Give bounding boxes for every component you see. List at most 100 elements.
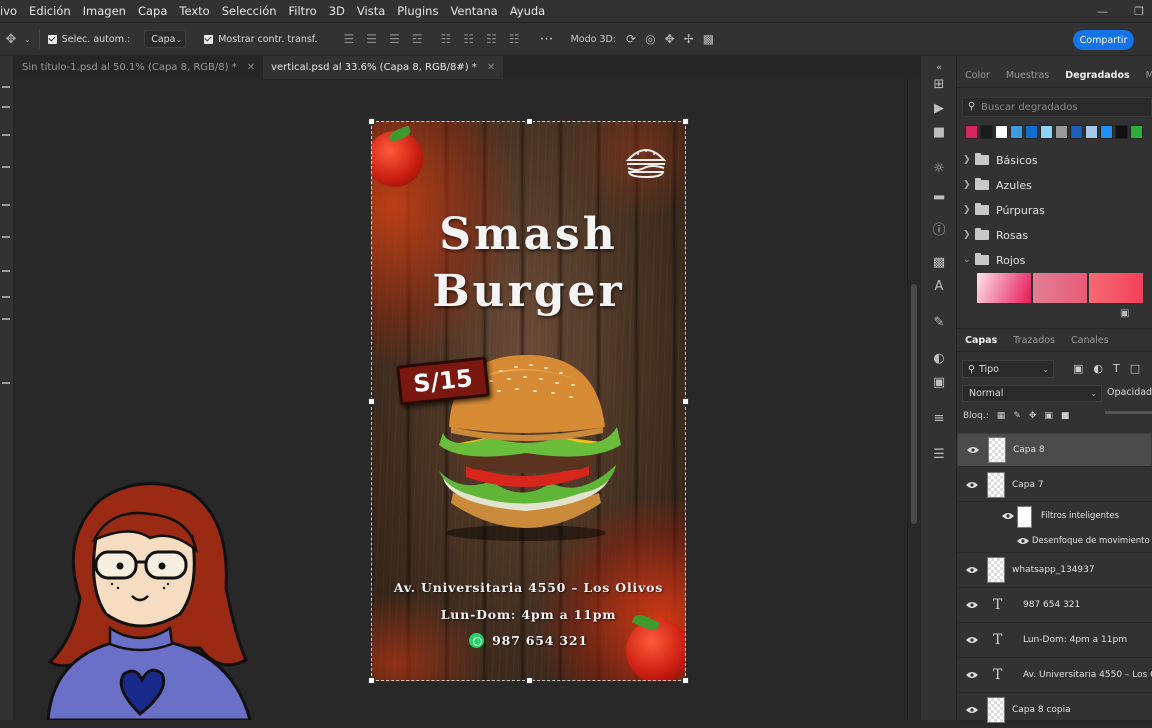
vertical-scrollbar[interactable] [907, 79, 920, 720]
gradient-preset-swatch[interactable] [1130, 125, 1143, 139]
sliders-icon[interactable]: ☰ [931, 446, 947, 462]
align-center-icon[interactable]: ☰ [366, 32, 377, 46]
menu-edit[interactable]: Edición [23, 4, 77, 18]
visibility-eye-icon[interactable] [966, 601, 978, 609]
menu-filter[interactable]: Filtro [283, 4, 323, 18]
visibility-eye-icon[interactable] [966, 636, 978, 644]
brightness-icon[interactable]: ☼ [931, 160, 947, 176]
comments-icon[interactable]: ■ [931, 124, 947, 140]
gradient-preset-swatch[interactable] [1115, 125, 1128, 139]
tab-document-1[interactable]: Sin título-1.psd al 50.1% (Capa 8, RGB/8… [14, 56, 263, 79]
gradient-preset-swatch[interactable] [980, 125, 993, 139]
video-camera-icon[interactable]: ▩ [703, 32, 714, 46]
character-icon[interactable]: A [931, 278, 947, 294]
gradient-preset-swatch[interactable] [965, 125, 978, 139]
tool-icon[interactable] [2, 166, 10, 168]
brush-icon[interactable]: ✎ [931, 314, 947, 330]
visibility-eye-icon[interactable] [966, 481, 978, 489]
gradient-folder[interactable]: ❯ Rosas [963, 225, 1028, 245]
align-right-icon[interactable]: ☰ [389, 32, 400, 46]
gradient-swatch[interactable] [1033, 273, 1087, 303]
tool-icon[interactable] [2, 236, 10, 238]
visibility-eye-icon[interactable] [967, 446, 979, 454]
visibility-eye-icon[interactable] [1002, 512, 1014, 520]
layer-row[interactable]: whatsapp_134937 [957, 553, 1152, 588]
menu-type[interactable]: Texto [173, 4, 215, 18]
smart-filters-row[interactable]: Filtros inteligentes [957, 503, 1152, 529]
layer-name[interactable]: Capa 8 copia [1012, 705, 1071, 715]
menu-3d[interactable]: 3D [323, 4, 351, 18]
properties-icon[interactable]: ≡ [931, 410, 947, 426]
filter-pixel-icon[interactable]: ▣ [1073, 362, 1083, 375]
slide-3d-icon[interactable]: ✢ [684, 32, 694, 46]
visibility-eye-icon[interactable] [966, 706, 978, 714]
filter-effect-row[interactable]: Desenfoque de movimiento [957, 529, 1152, 553]
lock-artboard-icon[interactable]: ▣ [1044, 411, 1053, 421]
auto-select-checkbox[interactable] [47, 34, 57, 44]
visibility-eye-icon[interactable] [966, 671, 978, 679]
layer-row[interactable]: T Lun-Dom: 4pm a 11pm [957, 623, 1152, 658]
layer-name[interactable]: Filtros inteligentes [1041, 511, 1119, 521]
gradient-swatch[interactable] [977, 273, 1031, 303]
new-folder-icon[interactable]: ▣ [1120, 308, 1129, 319]
orbit-icon[interactable]: ⟳ [626, 32, 636, 46]
layer-row[interactable]: Capa 8 [957, 433, 1152, 467]
gradient-preset-swatch[interactable] [1055, 125, 1068, 139]
layer-row[interactable]: Capa 7 [957, 468, 1152, 502]
gradient-folder[interactable]: ❯ Púrpuras [963, 200, 1045, 220]
gradient-preset-swatch[interactable] [1025, 125, 1038, 139]
tab-color[interactable]: Color [957, 64, 998, 88]
layer-name[interactable]: Desenfoque de movimiento [1032, 536, 1150, 546]
tool-icon[interactable] [2, 318, 10, 320]
layer-filter-dropdown[interactable]: ⚲ Tipo ⌄ [962, 360, 1054, 378]
menu-help[interactable]: Ayuda [504, 4, 552, 18]
tool-icon[interactable] [2, 270, 10, 272]
layer-name[interactable]: Lun-Dom: 4pm a 11pm [1023, 635, 1127, 645]
lock-position-icon[interactable]: ✥ [1029, 411, 1037, 421]
color-swatches-icon[interactable]: ▩ [931, 254, 947, 270]
tool-icon[interactable] [2, 204, 10, 206]
play-actions-icon[interactable]: ▶ [931, 100, 947, 116]
distribute-icon[interactable]: ☲ [412, 32, 423, 46]
gradient-preset-swatch[interactable] [1085, 125, 1098, 139]
minimize-icon[interactable]: — [1097, 5, 1108, 18]
gradient-folder[interactable]: ❯ Básicos [963, 150, 1038, 170]
layer-row[interactable]: Capa 8 copia [957, 693, 1152, 728]
history-icon[interactable]: ⊞ [931, 76, 947, 92]
gradient-search-input[interactable]: ⚲ Buscar degradados [962, 97, 1152, 117]
pan-3d-icon[interactable]: ✥ [665, 32, 675, 46]
gradient-preset-swatch[interactable] [1100, 125, 1113, 139]
align-left-icon[interactable]: ☰ [343, 32, 354, 46]
tab-document-2[interactable]: vertical.psd al 33.6% (Capa 8, RGB/8#) *… [263, 56, 504, 79]
layer-row[interactable]: T Av. Universitaria 4550 – Los Olivos [957, 658, 1152, 693]
more-options-icon[interactable]: ⋯ [540, 31, 555, 47]
tab-swatches[interactable]: Muestras [998, 64, 1057, 88]
fill-slider[interactable] [1105, 411, 1152, 414]
menu-plugins[interactable]: Plugins [391, 4, 444, 18]
layer-name[interactable]: Capa 8 [1013, 445, 1045, 455]
layer-name[interactable]: 987 654 321 [1023, 600, 1080, 610]
tab-gradients[interactable]: Degradados [1057, 64, 1137, 88]
gradient-swatch[interactable] [1089, 273, 1143, 303]
roll-icon[interactable]: ◎ [645, 32, 655, 46]
menu-image[interactable]: Imagen [77, 4, 132, 18]
tab-paths[interactable]: Trazados [1005, 328, 1063, 352]
menu-select[interactable]: Selección [216, 4, 283, 18]
tool-icon[interactable] [2, 296, 10, 298]
chevron-down-icon[interactable]: ⌄ [24, 35, 31, 44]
tab-channels[interactable]: Canales [1063, 328, 1117, 352]
histogram-icon[interactable]: ▂ [931, 184, 947, 200]
layer-name[interactable]: Av. Universitaria 4550 – Los Olivos [1023, 670, 1152, 680]
gradient-preset-swatch[interactable] [1040, 125, 1053, 139]
scrollbar-thumb[interactable] [911, 284, 917, 524]
info-icon[interactable]: ⓘ [931, 220, 947, 238]
menu-file[interactable]: ivo [0, 4, 23, 18]
close-icon[interactable]: ✕ [487, 62, 495, 73]
gradient-preset-swatch[interactable] [1070, 125, 1083, 139]
poster-canvas[interactable]: Smash Burger S/15 Av. Universitaria 4550… [371, 121, 686, 681]
layer-name[interactable]: Capa 7 [1012, 480, 1044, 490]
lock-all-icon[interactable]: ■ [1061, 411, 1070, 421]
tool-icon[interactable] [2, 382, 10, 384]
visibility-eye-icon[interactable] [1017, 537, 1029, 545]
tool-icon[interactable] [2, 86, 10, 88]
